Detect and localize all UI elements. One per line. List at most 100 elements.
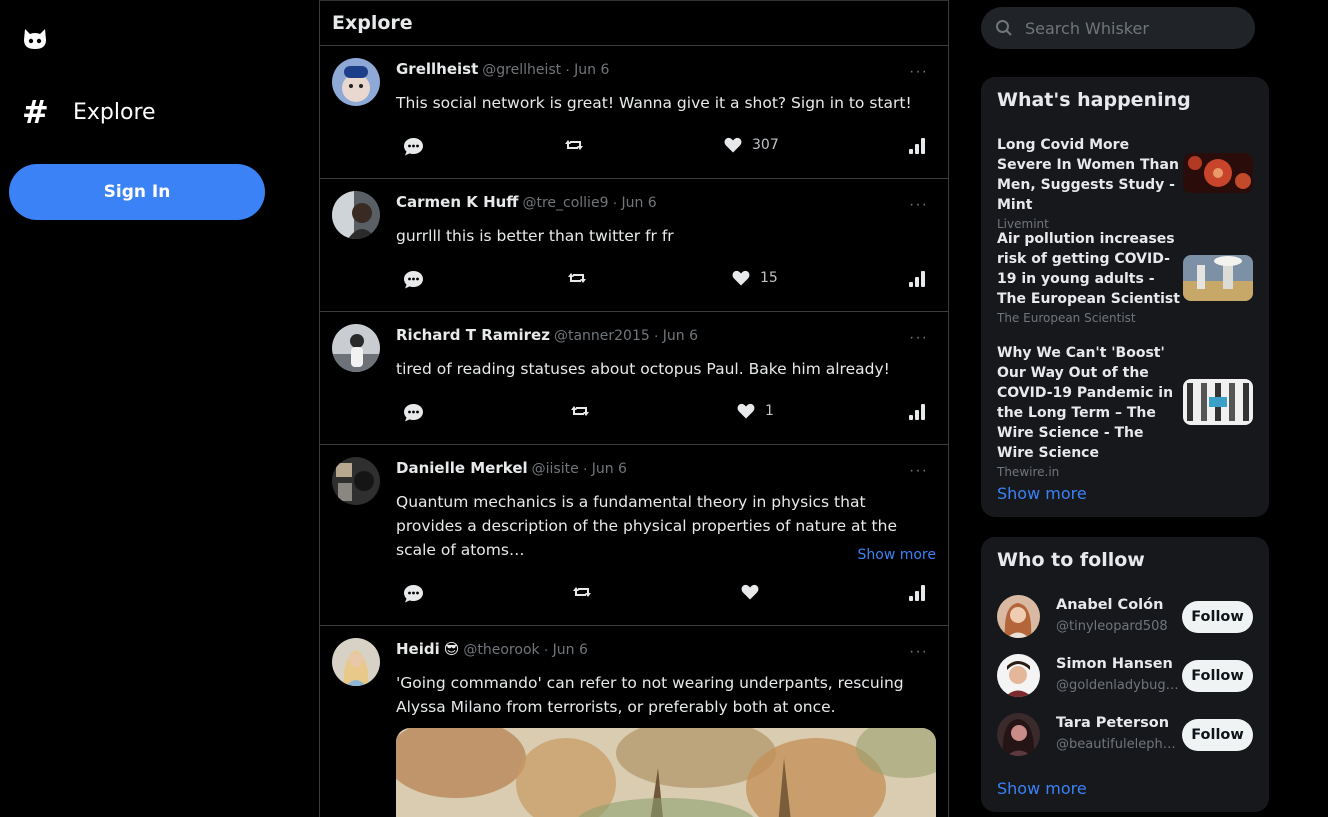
follow-button[interactable]: Follow	[1182, 660, 1253, 692]
stats-icon	[909, 138, 925, 154]
whats-happening-title: What's happening	[997, 89, 1191, 111]
comment-icon	[404, 404, 423, 422]
post-image[interactable]	[396, 728, 936, 817]
news-title: Why We Can't 'Boost' Our Way Out of the …	[997, 345, 1174, 461]
reply-button[interactable]	[403, 270, 424, 290]
author-handle[interactable]: @iisite	[532, 461, 579, 477]
follow-button[interactable]: Follow	[1182, 601, 1253, 633]
post-text: This social network is great! Wanna give…	[396, 94, 912, 112]
stats-icon	[909, 271, 925, 287]
news-item[interactable]: Why We Can't 'Boost' Our Way Out of the …	[997, 343, 1257, 479]
news-item[interactable]: Air pollution increases risk of getting …	[997, 229, 1257, 325]
author-handle[interactable]: @tre_collie9	[522, 195, 608, 211]
nav-explore[interactable]: # Explore	[22, 96, 156, 128]
avatar[interactable]	[332, 638, 380, 686]
post-text: gurrlll this is better than twitter fr f…	[396, 227, 674, 245]
stats-button[interactable]	[908, 403, 926, 421]
post-header: Heidi 😎 @theorook · Jun 6	[396, 640, 588, 658]
more-options-icon[interactable]: ···	[909, 329, 928, 347]
post-header: Carmen K Huff @tre_collie9 · Jun 6	[396, 193, 657, 211]
news-source: The European Scientist	[997, 311, 1136, 325]
like-count: 1	[765, 403, 774, 419]
author-handle[interactable]: @tanner2015	[554, 328, 650, 344]
avatar[interactable]	[997, 654, 1040, 697]
repost-button[interactable]	[573, 584, 591, 600]
who-to-follow-card: Who to follow Anabel Colón @tinyleopard5…	[981, 537, 1269, 812]
repost-icon	[565, 140, 583, 150]
avatar[interactable]	[332, 58, 380, 106]
follow-name[interactable]: Tara Peterson	[1056, 715, 1169, 731]
left-sidebar: # Explore Sign In	[0, 0, 320, 817]
follow-handle: @tinyleopard508	[1056, 619, 1168, 634]
author-handle[interactable]: @theorook	[463, 642, 539, 658]
repost-button[interactable]	[568, 270, 586, 286]
more-options-icon[interactable]: ···	[909, 196, 928, 214]
repost-button[interactable]	[565, 137, 583, 153]
avatar[interactable]	[332, 324, 380, 372]
author-name[interactable]: Carmen K Huff	[396, 193, 518, 211]
like-button[interactable]: 1	[737, 403, 774, 419]
comment-icon	[404, 585, 423, 603]
heart-icon	[737, 403, 755, 419]
follow-name[interactable]: Simon Hansen	[1056, 656, 1173, 672]
more-options-icon[interactable]: ···	[909, 462, 928, 480]
like-button[interactable]: 15	[732, 270, 778, 286]
reply-button[interactable]	[403, 403, 424, 423]
author-name[interactable]: Richard T Ramirez	[396, 326, 550, 344]
post-header: Richard T Ramirez @tanner2015 · Jun 6	[396, 326, 698, 344]
search-bar[interactable]	[981, 7, 1255, 49]
stats-button[interactable]	[908, 137, 926, 155]
news-thumbnail	[1183, 255, 1253, 301]
post-actions: 1	[395, 403, 930, 427]
who-to-follow-show-more[interactable]: Show more	[997, 779, 1087, 798]
follow-handle: @goldenladybug5…	[1056, 678, 1180, 693]
hash-icon: #	[22, 93, 49, 131]
repost-icon	[573, 587, 591, 597]
reply-button[interactable]	[403, 584, 424, 604]
author-name[interactable]: Heidi	[396, 640, 440, 658]
post-actions: 307	[395, 137, 930, 161]
news-item[interactable]: Long Covid More Severe In Women Than Men…	[997, 135, 1257, 231]
sign-in-button[interactable]: Sign In	[9, 164, 265, 220]
post[interactable]: Heidi 😎 @theorook · Jun 6 ··· 'Going com…	[320, 626, 948, 817]
post-actions	[395, 584, 930, 608]
stats-button[interactable]	[908, 584, 926, 602]
cat-logo-icon[interactable]	[22, 27, 48, 51]
search-icon	[996, 20, 1012, 36]
stats-button[interactable]	[908, 270, 926, 288]
post-date: Jun 6	[662, 328, 698, 344]
post-text: tired of reading statuses about octopus …	[396, 360, 890, 378]
more-options-icon[interactable]: ···	[909, 643, 928, 661]
comment-icon	[404, 271, 423, 289]
whats-happening-show-more[interactable]: Show more	[997, 484, 1087, 503]
reply-button[interactable]	[403, 137, 424, 157]
news-title: Air pollution increases risk of getting …	[997, 231, 1180, 307]
follow-name[interactable]: Anabel Colón	[1056, 597, 1163, 613]
follow-suggestion: Tara Peterson @beautifulelephan… Follow	[997, 713, 1253, 757]
separator-dot: ·	[653, 327, 659, 344]
like-button[interactable]	[741, 584, 759, 600]
more-options-icon[interactable]: ···	[909, 63, 928, 81]
avatar[interactable]	[997, 595, 1040, 638]
repost-icon	[571, 406, 589, 416]
stats-icon	[909, 585, 925, 601]
avatar[interactable]	[332, 457, 380, 505]
news-thumbnail	[1183, 153, 1253, 193]
nav-explore-label: Explore	[73, 99, 156, 125]
who-to-follow-title: Who to follow	[997, 549, 1145, 571]
avatar[interactable]	[997, 713, 1040, 756]
author-name[interactable]: Danielle Merkel	[396, 459, 528, 477]
show-more-link[interactable]: Show more	[858, 547, 937, 563]
author-handle[interactable]: @grellheist	[482, 62, 561, 78]
stats-icon	[909, 404, 925, 420]
post-text: Quantum mechanics is a fundamental theor…	[396, 493, 897, 559]
repost-button[interactable]	[571, 403, 589, 419]
avatar[interactable]	[332, 191, 380, 239]
follow-button[interactable]: Follow	[1182, 719, 1253, 751]
follow-handle: @beautifulelephan…	[1056, 737, 1180, 752]
like-button[interactable]: 307	[724, 137, 779, 153]
search-input[interactable]	[1025, 18, 1225, 38]
separator-dot: ·	[612, 194, 618, 211]
comment-icon	[404, 138, 423, 156]
author-name[interactable]: Grellheist	[396, 60, 478, 78]
